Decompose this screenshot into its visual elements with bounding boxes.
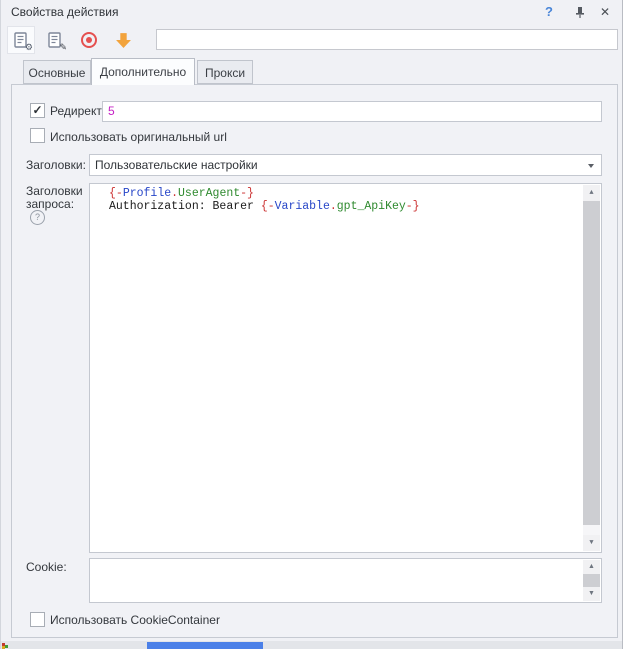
request-headers-textarea[interactable]: {-Profile.UserAgent-}Authorization: Bear… <box>89 183 602 553</box>
edit-list-button[interactable]: ✎ <box>41 26 69 54</box>
redirect-count-input[interactable]: 5 <box>102 101 602 122</box>
screen-artifact <box>5 645 8 648</box>
request-headers-label-line2: запроса: <box>26 197 74 211</box>
scroll-up-icon[interactable]: ▲ <box>583 560 600 574</box>
record-button[interactable] <box>75 26 103 54</box>
help-icon[interactable]: ? <box>540 3 558 21</box>
request-headers-label-line1: Заголовки <box>26 184 83 198</box>
scroll-up-icon[interactable]: ▲ <box>583 185 600 201</box>
action-properties-panel: Свойства действия ? ✕ ⚙ <box>0 0 623 649</box>
question-circle-icon[interactable]: ? <box>30 210 45 225</box>
down-arrow-icon <box>115 32 132 49</box>
use-cookiecontainer-checkbox[interactable] <box>30 612 45 627</box>
bottom-scroll-thumb[interactable] <box>147 642 263 649</box>
headers-label: Заголовки: <box>26 158 86 172</box>
panel-title: Свойства действия <box>11 5 118 19</box>
use-original-url-checkbox[interactable] <box>30 128 45 143</box>
redirect-checkbox[interactable]: ✓ <box>30 103 45 118</box>
headers-selected-value: Пользовательские настройки <box>95 158 258 172</box>
scroll-down-icon[interactable]: ▼ <box>583 587 600 601</box>
tab-advanced[interactable]: Дополнительно <box>91 58 195 85</box>
chevron-down-icon[interactable] <box>588 164 594 168</box>
request-headers-code: {-Profile.UserAgent-}Authorization: Bear… <box>109 187 581 213</box>
close-icon[interactable]: ✕ <box>596 3 614 21</box>
record-icon <box>81 32 97 48</box>
cookie-label: Cookie: <box>26 560 67 574</box>
toolbar-text-input[interactable] <box>156 29 618 50</box>
document-gear-icon: ⚙ <box>12 31 30 49</box>
request-headers-scrollbar[interactable]: ▲ ▼ <box>583 185 600 551</box>
scrollbar-thumb[interactable] <box>583 574 600 587</box>
scrollbar-thumb[interactable] <box>583 201 600 525</box>
scroll-down-icon[interactable]: ▼ <box>583 535 600 551</box>
cookie-textarea[interactable]: ▲ ▼ <box>89 558 602 603</box>
redirect-label: Редирект <box>50 104 102 118</box>
titlebar: Свойства действия ? ✕ <box>1 0 623 24</box>
pin-icon[interactable] <box>571 3 589 21</box>
headers-select[interactable]: Пользовательские настройки <box>89 154 602 176</box>
navigate-down-button[interactable] <box>109 26 137 54</box>
properties-settings-button[interactable]: ⚙ <box>7 26 35 54</box>
cookie-scrollbar[interactable]: ▲ ▼ <box>583 560 600 601</box>
use-cookiecontainer-label: Использовать CookieContainer <box>50 613 220 627</box>
document-edit-icon: ✎ <box>46 31 64 49</box>
use-original-url-label: Использовать оригинальный url <box>50 130 227 144</box>
tab-basic[interactable]: Основные <box>23 60 91 84</box>
toolbar: ⚙ ✎ <box>1 24 623 56</box>
bottom-scroll-track <box>1 641 623 649</box>
tab-proxy[interactable]: Прокси <box>197 60 253 84</box>
